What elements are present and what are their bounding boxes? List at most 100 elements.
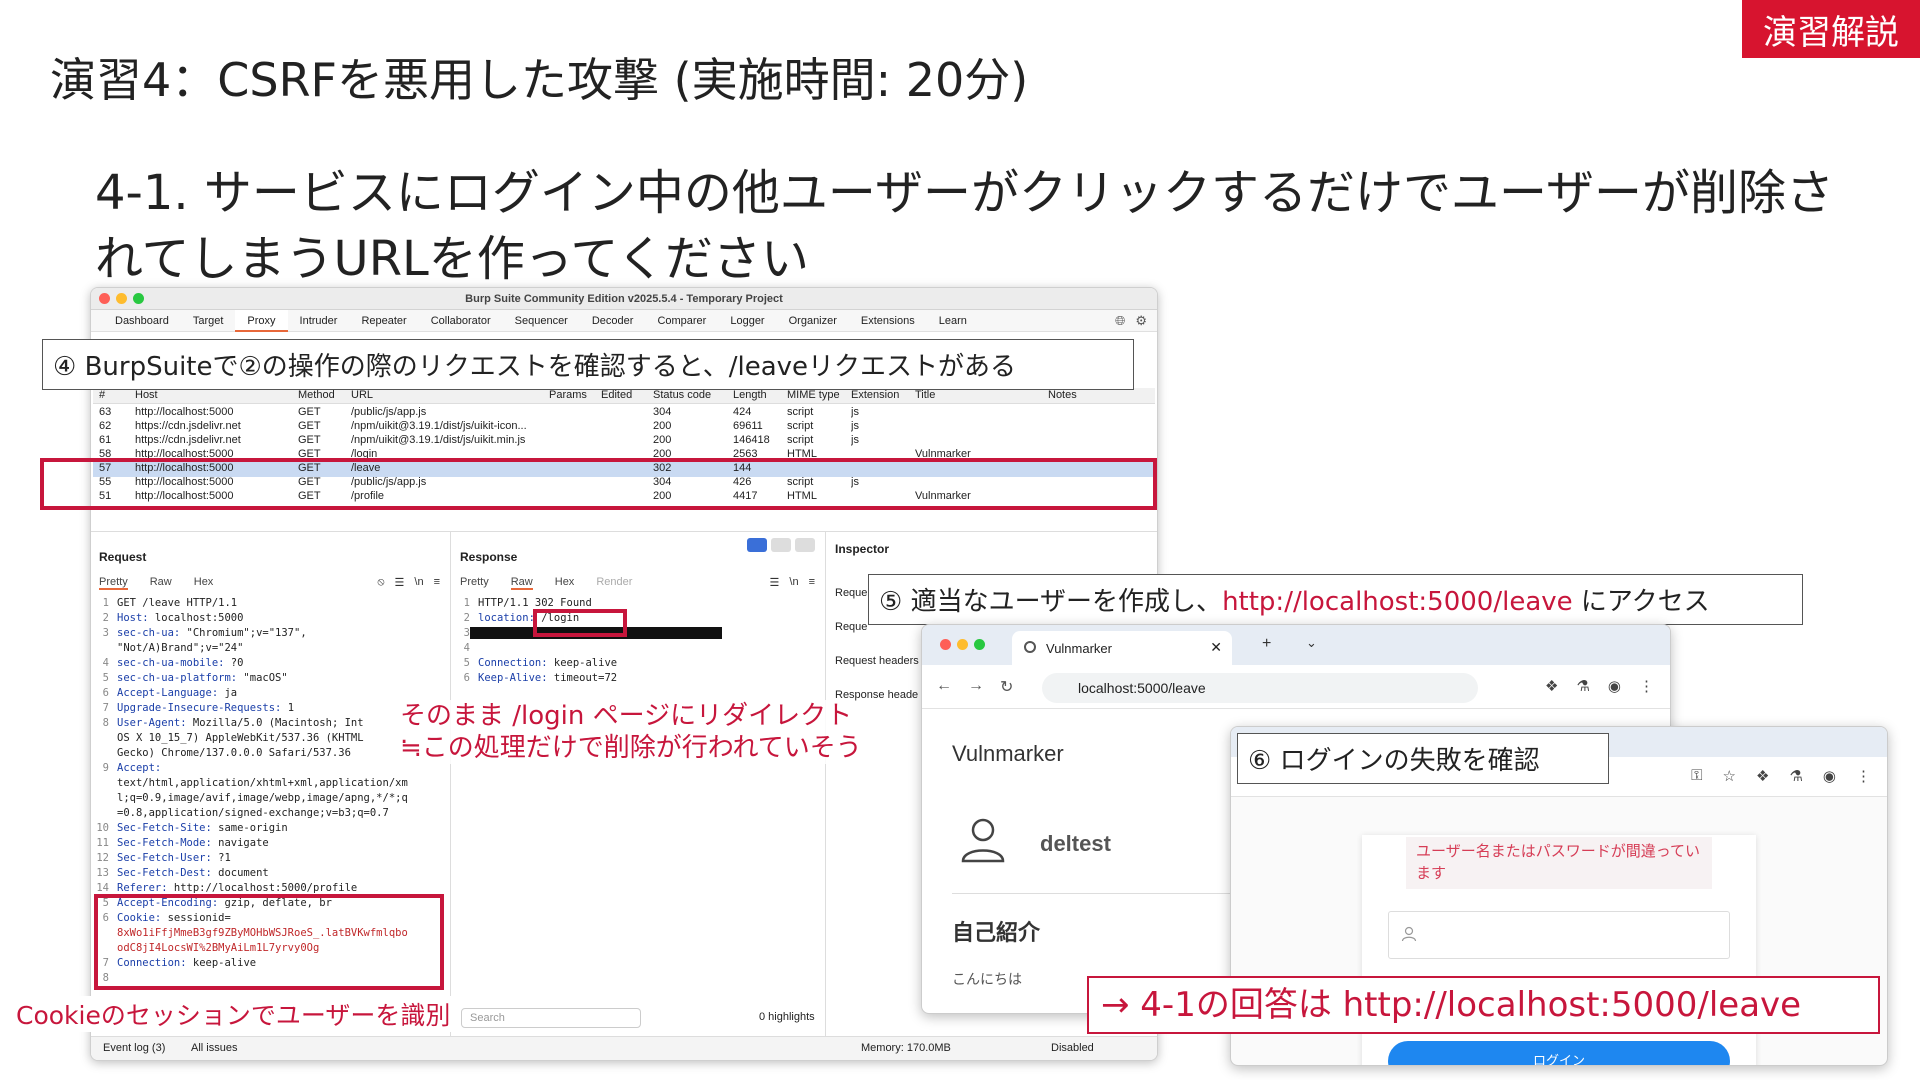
search-input[interactable]: Search (461, 1008, 641, 1028)
layout-vertical-button[interactable] (795, 538, 815, 552)
line-number: 1 (102, 597, 109, 609)
row-cell-host: http://localhost:5000 (135, 406, 234, 418)
layout-horizontal-button[interactable] (771, 538, 791, 552)
chevron-down-icon[interactable]: ⌄ (1306, 635, 1317, 651)
code-line: 13 Sec-Fetch-Dest: document (95, 866, 408, 881)
column-header[interactable]: Params (549, 389, 589, 401)
column-header[interactable]: MIME type (787, 389, 847, 401)
column-header[interactable]: Length (733, 389, 783, 401)
layout-split-button[interactable] (747, 538, 767, 552)
minimize-window-button[interactable] (116, 293, 127, 304)
minimize-window-button[interactable] (957, 639, 968, 650)
subtab-raw[interactable]: Raw (510, 576, 533, 590)
menu-icon[interactable]: ≡ (809, 576, 815, 589)
login-button[interactable]: ログイン (1388, 1041, 1730, 1065)
menu-icon[interactable]: ≡ (434, 576, 440, 589)
back-icon[interactable]: ← (936, 677, 952, 697)
column-header[interactable]: Extension (851, 389, 901, 401)
wrap-icon[interactable]: ☰ (770, 576, 780, 589)
close-icon[interactable]: ✕ (1210, 639, 1222, 656)
row-cell-ext: js (851, 420, 859, 432)
header-value: Mozilla/5.0 (Macintosh; Int (186, 717, 364, 729)
key-icon[interactable]: ⚿ (1691, 767, 1702, 785)
kebab-menu-icon[interactable]: ⋮ (1856, 767, 1871, 785)
menu-item-organizer[interactable]: Organizer (777, 310, 849, 332)
newline-icon[interactable]: \n (414, 576, 423, 589)
subtab-render[interactable]: Render (596, 576, 632, 590)
event-log-link[interactable]: Event log (3) (103, 1042, 165, 1054)
username-input[interactable] (1388, 911, 1730, 959)
code-line: 12 Sec-Fetch-User: ?1 (95, 851, 408, 866)
column-header[interactable]: Notes (1048, 389, 1108, 401)
column-header[interactable]: Method (298, 389, 338, 401)
globe-icon[interactable]: 🌐︎ (1115, 313, 1125, 329)
column-header[interactable]: Edited (601, 389, 641, 401)
line-number: 5 (463, 657, 470, 669)
extensions-icon[interactable]: ❖ (1756, 767, 1769, 785)
header-value: localhost:5000 (148, 612, 244, 624)
menu-item-target[interactable]: Target (181, 310, 236, 332)
browser-tab[interactable]: Vulnmarker ✕ (1012, 631, 1232, 665)
column-header[interactable]: # (99, 389, 127, 401)
column-header[interactable]: Status code (653, 389, 723, 401)
menu-item-repeater[interactable]: Repeater (349, 310, 418, 332)
header-key: Host: (117, 612, 149, 624)
wrap-icon[interactable]: ☰ (395, 576, 405, 589)
answer-box: → 4-1の回答は http://localhost:5000/leave (1087, 976, 1880, 1034)
subtab-raw[interactable]: Raw (150, 576, 172, 590)
star-icon[interactable]: ☆ (1723, 767, 1736, 785)
new-tab-icon[interactable]: + (1262, 635, 1271, 653)
forward-icon[interactable]: → (968, 677, 984, 697)
lab-icon[interactable]: ⚗ (1789, 767, 1802, 785)
disabled-toggle[interactable]: Disabled (1051, 1042, 1094, 1054)
response-pane: Response Pretty Raw Hex Render ☰ \n ≡ 1 HTTP… (452, 532, 826, 1042)
menu-item-extensions[interactable]: Extensions (849, 310, 927, 332)
code-line: 6 Accept-Language: ja (95, 686, 408, 701)
menu-item-proxy[interactable]: Proxy (235, 309, 288, 332)
close-window-button[interactable] (99, 293, 110, 304)
row-cell-url: /npm/uikit@3.19.1/dist/js/uikit-icon... (351, 420, 527, 432)
menu-item-collaborator[interactable]: Collaborator (419, 310, 503, 332)
site-name[interactable]: Vulnmarker (952, 741, 1064, 767)
request-subtabs: Pretty Raw Hex (99, 576, 213, 590)
menu-item-dashboard[interactable]: Dashboard (103, 310, 181, 332)
lab-icon[interactable]: ⚗ (1576, 677, 1589, 695)
column-header[interactable]: Title (915, 389, 1035, 401)
subtab-hex[interactable]: Hex (555, 576, 575, 590)
column-header[interactable]: Host (135, 389, 295, 401)
row-cell-length: 424 (733, 406, 752, 418)
menu-item-logger[interactable]: Logger (718, 310, 776, 332)
login-error-message: ユーザー名またはパスワードが間違っています (1406, 837, 1712, 889)
row-cell-method: GET (298, 434, 321, 446)
response-pane-icons: ☰ \n ≡ (770, 576, 815, 589)
inspector-section[interactable]: Request headers (835, 644, 919, 678)
line-number: 12 (96, 852, 109, 864)
subtab-pretty[interactable]: Pretty (460, 576, 489, 590)
maximize-window-button[interactable] (133, 293, 144, 304)
menu-item-comparer[interactable]: Comparer (645, 310, 718, 332)
extensions-icon[interactable]: ❖ (1545, 677, 1558, 695)
subtab-pretty[interactable]: Pretty (99, 576, 128, 590)
column-header[interactable]: URL (351, 389, 551, 401)
exercise-badge: 演習解説 (1742, 0, 1920, 58)
menu-item-decoder[interactable]: Decoder (580, 310, 646, 332)
profile-icon[interactable]: ◉ (1608, 677, 1621, 695)
row-cell-mime: script (787, 406, 814, 418)
browser-toolbar: ← → ↻ localhost:5000/leave ❖ ⚗ ◉ ⋮ (922, 665, 1670, 709)
gear-icon[interactable]: ⚙ (1135, 313, 1147, 329)
kebab-menu-icon[interactable]: ⋮ (1639, 677, 1654, 695)
subtab-hex[interactable]: Hex (194, 576, 214, 590)
profile-icon[interactable]: ◉ (1823, 767, 1836, 785)
close-window-button[interactable] (940, 639, 951, 650)
address-bar[interactable]: localhost:5000/leave (1042, 673, 1478, 703)
menu-item-intruder[interactable]: Intruder (288, 310, 350, 332)
maximize-window-button[interactable] (974, 639, 985, 650)
hide-icon[interactable]: ⦸ (377, 576, 384, 589)
window-controls (99, 293, 144, 304)
newline-icon[interactable]: \n (789, 576, 798, 589)
all-issues-link[interactable]: All issues (191, 1042, 237, 1054)
menu-item-learn[interactable]: Learn (927, 310, 979, 332)
menu-item-sequencer[interactable]: Sequencer (503, 310, 580, 332)
code-line: 1 GET /leave HTTP/1.1 (95, 596, 408, 611)
reload-icon[interactable]: ↻ (1000, 677, 1013, 697)
